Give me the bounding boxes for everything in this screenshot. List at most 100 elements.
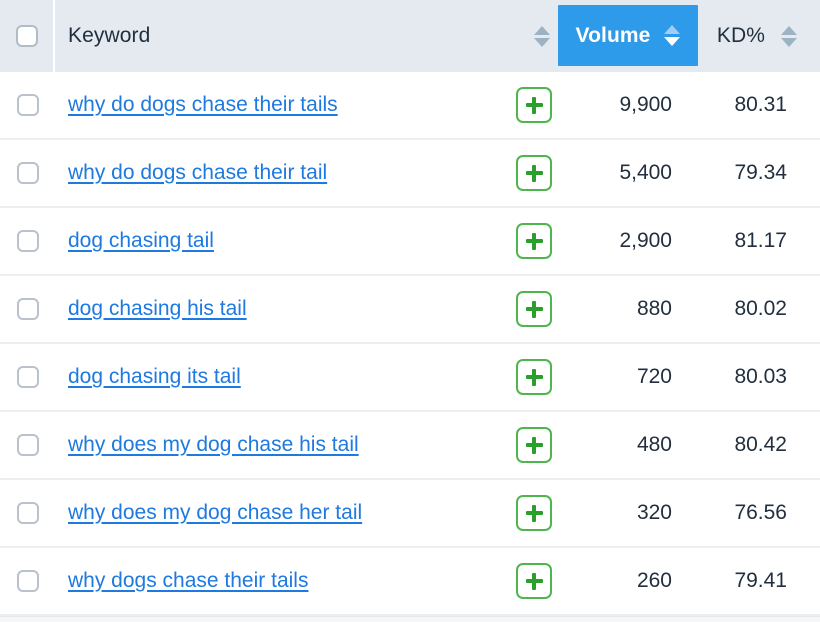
plus-icon — [525, 164, 543, 182]
row-add-cell — [484, 87, 584, 123]
plus-icon — [525, 300, 543, 318]
row-add-cell — [484, 291, 584, 327]
add-keyword-button[interactable] — [516, 223, 552, 259]
table-row: why do dogs chase their tails 9,900 80.31 — [0, 72, 820, 140]
header-cell-keyword[interactable]: Keyword — [55, 0, 558, 72]
volume-value: 260 — [636, 569, 672, 592]
sort-arrows-keyword-icon[interactable] — [534, 25, 550, 47]
row-kd-cell: 79.41 — [698, 569, 820, 593]
add-keyword-button[interactable] — [516, 495, 552, 531]
table-row: dog chasing his tail 880 80.02 — [0, 276, 820, 344]
keyword-link[interactable]: why do dogs chase their tails — [68, 93, 338, 117]
row-keyword-cell: why do dogs chase their tail — [55, 161, 484, 185]
row-checkbox[interactable] — [16, 570, 39, 592]
kd-value: 80.42 — [734, 433, 787, 456]
table-body: why do dogs chase their tails 9,900 80.31 w… — [0, 72, 820, 616]
table-row: dog chasing tail 2,900 81.17 — [0, 208, 820, 276]
header-label-keyword: Keyword — [68, 24, 151, 47]
row-add-cell — [484, 495, 584, 531]
row-add-cell — [484, 427, 584, 463]
row-kd-cell: 81.17 — [698, 229, 820, 253]
row-keyword-cell: why does my dog chase her tail — [55, 501, 484, 525]
row-volume-cell: 320 — [584, 501, 698, 525]
row-checkbox[interactable] — [16, 502, 39, 524]
keyword-table: Keyword Volume KD% why do dogs chase the… — [0, 0, 820, 622]
keyword-link[interactable]: dog chasing its tail — [68, 365, 241, 389]
kd-value: 80.03 — [734, 365, 787, 388]
header-cell-kd[interactable]: KD% — [698, 0, 820, 72]
row-volume-cell: 480 — [584, 433, 698, 457]
row-keyword-cell: dog chasing tail — [55, 229, 484, 253]
row-volume-cell: 9,900 — [584, 93, 698, 117]
plus-icon — [525, 232, 543, 250]
add-keyword-button[interactable] — [516, 291, 552, 327]
keyword-link[interactable]: why do dogs chase their tail — [68, 161, 327, 185]
kd-value: 81.17 — [734, 229, 787, 252]
kd-value: 79.34 — [734, 161, 787, 184]
kd-value: 80.31 — [734, 93, 787, 116]
row-kd-cell: 80.42 — [698, 433, 820, 457]
add-keyword-button[interactable] — [516, 427, 552, 463]
add-keyword-button[interactable] — [516, 155, 552, 191]
kd-value: 76.56 — [734, 501, 787, 524]
keyword-link[interactable]: why does my dog chase her tail — [68, 501, 362, 525]
row-checkbox[interactable] — [16, 230, 39, 252]
row-checkbox[interactable] — [16, 366, 39, 388]
row-volume-cell: 2,900 — [584, 229, 698, 253]
header-cell-select-all — [0, 0, 55, 72]
row-add-cell — [484, 563, 584, 599]
row-kd-cell: 80.02 — [698, 297, 820, 321]
keyword-link[interactable]: dog chasing his tail — [68, 297, 247, 321]
header-cell-volume[interactable]: Volume — [558, 5, 698, 66]
row-volume-cell: 260 — [584, 569, 698, 593]
header-label-kd: KD% — [716, 24, 766, 47]
row-volume-cell: 720 — [584, 365, 698, 389]
row-volume-cell: 880 — [584, 297, 698, 321]
keyword-link[interactable]: dog chasing tail — [68, 229, 214, 253]
plus-icon — [525, 368, 543, 386]
row-kd-cell: 80.03 — [698, 365, 820, 389]
row-select-cell — [0, 162, 55, 184]
kd-value: 80.02 — [734, 297, 787, 320]
row-volume-cell: 5,400 — [584, 161, 698, 185]
row-add-cell — [484, 155, 584, 191]
plus-icon — [525, 96, 543, 114]
kd-value: 79.41 — [734, 569, 787, 592]
row-select-cell — [0, 366, 55, 388]
volume-value: 880 — [636, 297, 672, 320]
volume-value: 480 — [636, 433, 672, 456]
volume-value: 2,900 — [619, 229, 672, 252]
plus-icon — [525, 504, 543, 522]
plus-icon — [525, 572, 543, 590]
row-select-cell — [0, 230, 55, 252]
table-row: why does my dog chase his tail 480 80.42 — [0, 412, 820, 480]
row-select-cell — [0, 298, 55, 320]
row-select-cell — [0, 94, 55, 116]
header-label-volume: Volume — [575, 23, 651, 47]
row-select-cell — [0, 502, 55, 524]
select-all-checkbox[interactable] — [15, 25, 38, 47]
table-row: dog chasing its tail 720 80.03 — [0, 344, 820, 412]
row-add-cell — [484, 359, 584, 395]
row-add-cell — [484, 223, 584, 259]
row-checkbox[interactable] — [16, 434, 39, 456]
plus-icon — [525, 436, 543, 454]
volume-value: 5,400 — [619, 161, 672, 184]
add-keyword-button[interactable] — [516, 359, 552, 395]
volume-value: 720 — [636, 365, 672, 388]
keyword-link[interactable]: why dogs chase their tails — [68, 569, 308, 593]
sort-arrows-kd-icon[interactable] — [781, 25, 798, 47]
add-keyword-button[interactable] — [516, 563, 552, 599]
add-keyword-button[interactable] — [516, 87, 552, 123]
table-footer-strip — [0, 616, 820, 622]
row-checkbox[interactable] — [16, 298, 39, 320]
row-select-cell — [0, 570, 55, 592]
table-header-row: Keyword Volume KD% — [0, 0, 820, 72]
keyword-link[interactable]: why does my dog chase his tail — [68, 433, 359, 457]
volume-value: 320 — [636, 501, 672, 524]
row-checkbox[interactable] — [16, 162, 39, 184]
row-kd-cell: 76.56 — [698, 501, 820, 525]
row-select-cell — [0, 434, 55, 456]
row-checkbox[interactable] — [16, 94, 39, 116]
sort-arrows-volume-icon[interactable] — [664, 25, 681, 46]
